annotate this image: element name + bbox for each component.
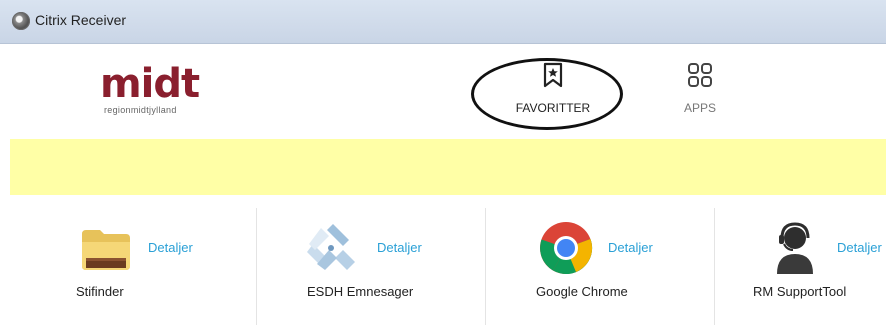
logo-subtext: regionmidtjylland	[104, 105, 177, 115]
tab-favoritter[interactable]: FAVORITTER	[493, 62, 613, 115]
notification-banner	[10, 139, 886, 195]
tab-apps-label: APPS	[683, 101, 716, 115]
app-name: ESDH Emnesager	[307, 284, 414, 299]
app-tile-esdh-emnesager[interactable]: Detaljer ESDH Emnesager	[256, 208, 487, 325]
title-bar: Citrix Receiver	[0, 0, 886, 44]
app-name: Stifinder	[76, 284, 124, 299]
header: midt regionmidtjylland FAVORITTER APPS	[0, 44, 886, 139]
details-link[interactable]: Detaljer	[837, 240, 882, 255]
details-link[interactable]: Detaljer	[377, 240, 422, 255]
folder-icon	[82, 230, 130, 270]
bookmark-star-icon	[543, 62, 563, 88]
details-link[interactable]: Detaljer	[608, 240, 653, 255]
logo-wordmark: midt	[100, 61, 200, 107]
apps-grid-icon	[688, 63, 712, 87]
details-link[interactable]: Detaljer	[148, 240, 193, 255]
region-midtjylland-logo: midt regionmidtjylland	[100, 64, 230, 124]
app-name: Google Chrome	[536, 284, 628, 299]
chrome-icon	[540, 222, 593, 275]
esdh-icon	[307, 224, 355, 270]
support-person-icon	[777, 222, 813, 274]
citrix-app-icon	[12, 12, 30, 30]
citrix-receiver-window: Citrix Receiver midt regionmidtjylland F…	[0, 0, 886, 325]
favorite-apps-row: Detaljer Stifinder Detaljer ESDH Emnesag…	[0, 208, 886, 325]
window-title: Citrix Receiver	[35, 12, 127, 28]
app-tile-google-chrome[interactable]: Detaljer Google Chrome	[485, 208, 716, 325]
app-tile-rm-supporttool[interactable]: Detaljer RM SupportTool	[714, 208, 886, 325]
app-tile-stifinder[interactable]: Detaljer Stifinder	[0, 208, 230, 325]
tab-favoritter-label: FAVORITTER	[515, 101, 591, 115]
tab-apps[interactable]: APPS	[660, 62, 740, 115]
app-name: RM SupportTool	[753, 284, 847, 299]
